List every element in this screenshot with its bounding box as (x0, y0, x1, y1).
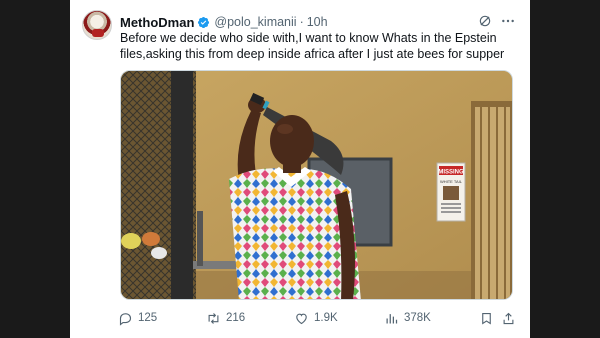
reply-count: 125 (138, 312, 158, 324)
views-button[interactable]: 378K (384, 307, 431, 329)
reply-button[interactable]: 125 (118, 307, 157, 329)
verified-badge-icon (198, 16, 210, 28)
repost-button[interactable]: 216 (206, 307, 245, 329)
separator-dot: · (299, 15, 304, 29)
display-name[interactable]: MethoDman (120, 15, 194, 30)
poster-title: MISSING (438, 170, 464, 176)
share-icon (503, 312, 514, 324)
grok-icon[interactable] (478, 14, 492, 28)
views-count: 378K (404, 312, 431, 324)
share-button[interactable] (501, 307, 516, 329)
repost-icon (208, 312, 219, 324)
tweet-text: Before we decide who side with,I want to… (120, 31, 505, 61)
bookmark-icon (482, 312, 491, 325)
poster-subtitle: WHITE TAIL (440, 179, 463, 184)
photo-scene: MISSING WHITE TAIL (121, 71, 512, 299)
reply-icon (119, 312, 132, 326)
avatar[interactable] (82, 10, 112, 40)
tweet-image[interactable]: MISSING WHITE TAIL (120, 70, 513, 300)
bookmark-button[interactable] (479, 307, 494, 329)
like-icon (296, 313, 307, 324)
tweet-card[interactable]: MethoDman @polo_kimanii · 10h Before we … (70, 0, 530, 338)
action-bar: 125 216 1.9K 378K (118, 307, 516, 329)
author-row: MethoDman @polo_kimanii · 10h (120, 13, 518, 31)
more-icon[interactable] (500, 13, 516, 29)
repost-count: 216 (226, 312, 246, 324)
timestamp[interactable]: 10h (307, 15, 328, 29)
like-count: 1.9K (314, 312, 338, 324)
like-button[interactable]: 1.9K (294, 307, 338, 329)
views-icon (386, 313, 398, 323)
handle[interactable]: @polo_kimanii (214, 15, 296, 29)
